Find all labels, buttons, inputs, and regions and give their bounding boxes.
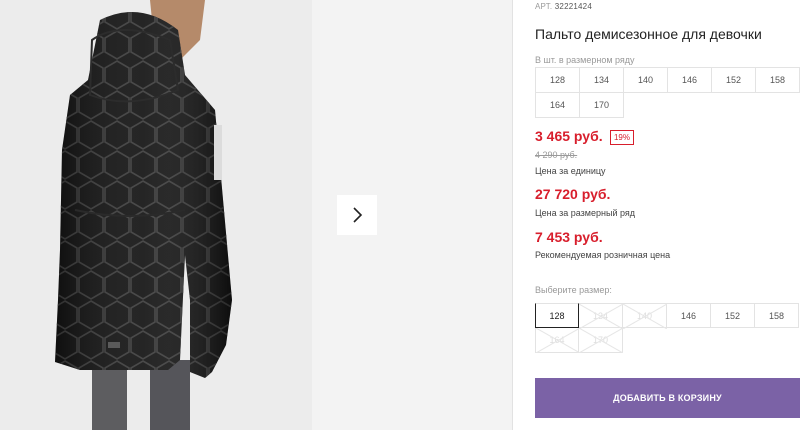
size-option[interactable]: 146 [667, 303, 711, 328]
size-range-cell: 140 [624, 68, 668, 93]
size-selector: 128 134 140 146 152 158 164 [535, 303, 800, 353]
size-range-cell: 128 [536, 68, 580, 93]
retail-price: 7 453 руб. [535, 229, 603, 245]
cross-out-icon [536, 328, 580, 353]
article-value: 32221424 [554, 2, 592, 11]
size-range-cell: 170 [580, 93, 624, 118]
product-page: АРТ. 32221424 Пальто демисезонное для де… [0, 0, 800, 430]
size-range-grid: 128 134 140 146 152 158 164 170 [535, 67, 800, 118]
cross-out-icon [623, 304, 667, 329]
discount-badge: 19% [610, 130, 634, 145]
article-label: АРТ. [535, 2, 553, 11]
size-option-unavailable: 134 [579, 303, 623, 329]
size-range-row: 164 170 [536, 93, 800, 118]
size-range-row: 128 134 140 146 152 158 [536, 68, 800, 93]
size-option[interactable]: 152 [711, 303, 755, 328]
size-option-row: 164 170 [535, 328, 800, 353]
size-option-unavailable: 170 [579, 328, 623, 353]
size-range-cell: 158 [756, 68, 800, 93]
range-price: 27 720 руб. [535, 186, 611, 202]
size-range-cell: 146 [668, 68, 712, 93]
product-image [0, 0, 312, 430]
size-range-hint: В шт. в размерном ряду [535, 55, 635, 65]
article-number: АРТ. 32221424 [535, 2, 592, 11]
size-option-row: 128 134 140 146 152 158 [535, 303, 800, 329]
size-range-cell: 152 [712, 68, 756, 93]
old-price: 4 290 руб. [535, 150, 578, 160]
retail-price-label: Рекомендуемая розничная цена [535, 250, 671, 260]
unit-price: 3 465 руб. [535, 128, 603, 144]
chevron-right-icon [353, 207, 363, 223]
panel-divider [512, 0, 513, 430]
gallery-next-button[interactable] [337, 195, 377, 235]
product-title: Пальто демисезонное для девочки [535, 26, 762, 42]
size-option[interactable]: 158 [755, 303, 799, 328]
size-option-unavailable: 140 [623, 303, 667, 329]
size-option[interactable]: 128 [535, 303, 579, 328]
unit-price-label: Цена за единицу [535, 166, 606, 176]
size-range-cell: 134 [580, 68, 624, 93]
size-select-label: Выберите размер: [535, 285, 612, 295]
range-price-label: Цена за размерный ряд [535, 208, 636, 218]
product-info-panel: АРТ. 32221424 Пальто демисезонное для де… [535, 0, 800, 430]
add-to-cart-button[interactable]: ДОБАВИТЬ В КОРЗИНУ [535, 378, 800, 418]
cross-out-icon [579, 304, 623, 329]
size-range-cell: 164 [536, 93, 580, 118]
cross-out-icon [579, 328, 623, 353]
size-option-unavailable: 164 [535, 328, 580, 353]
